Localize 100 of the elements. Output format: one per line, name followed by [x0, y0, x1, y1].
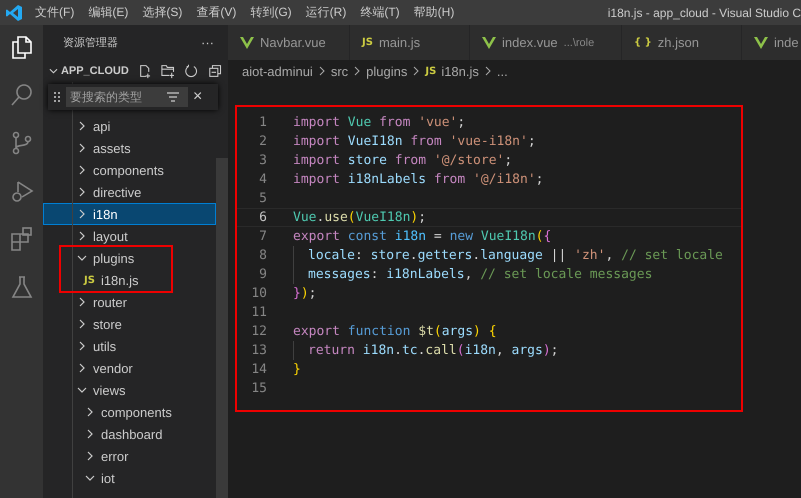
chevron-right-icon [77, 209, 87, 219]
file-type-icon: JS [84, 274, 95, 286]
search-icon[interactable] [8, 82, 34, 108]
chevron-right-icon [77, 363, 87, 373]
chevron-right-icon [85, 407, 95, 417]
code-line: import store from '@/store'; [293, 153, 512, 168]
close-button[interactable]: × [193, 88, 202, 106]
menu-item[interactable]: 终端(T) [360, 4, 400, 21]
menu-item[interactable]: 编辑(E) [88, 4, 128, 21]
menu-item[interactable]: 运行(R) [306, 4, 346, 21]
vue-file-icon [482, 36, 496, 48]
explorer-title: 资源管理器 [63, 36, 118, 50]
tree-item[interactable]: router [43, 291, 216, 313]
editor-tab[interactable]: Navbar.vue [228, 25, 350, 60]
line-number: 10 [250, 286, 267, 301]
chevron-right-icon [353, 66, 362, 76]
chevron-right-icon [77, 143, 87, 153]
menu-item[interactable]: 帮助(H) [414, 4, 454, 21]
code-line: locale: store.getters.language || 'zh', // set locale [308, 248, 723, 263]
tree-item[interactable]: directive [43, 181, 216, 203]
menu-item[interactable]: 选择(S) [142, 4, 182, 21]
tree-item[interactable]: error [43, 445, 216, 467]
line-number: 12 [250, 324, 267, 339]
collapse-all-icon[interactable] [208, 63, 222, 79]
code-line: Vue.use(VueI18n); [293, 210, 426, 225]
code-line: export function $t(args) { [293, 324, 497, 339]
tree-item[interactable]: layout [43, 225, 216, 247]
tab-path: ...\role [564, 36, 594, 48]
refresh-icon[interactable] [184, 63, 199, 79]
line-number: 7 [258, 229, 267, 244]
breadcrumb-item[interactable]: ... [496, 64, 508, 78]
chevron-right-icon [318, 66, 326, 76]
tree-item[interactable]: iot [43, 467, 216, 489]
tree-item[interactable]: dashboard [43, 423, 216, 445]
tree-item[interactable]: plugins [61, 247, 171, 269]
scrollbar-thumb[interactable] [216, 158, 228, 498]
line-number: 4 [258, 172, 267, 187]
editor-tab[interactable]: JS main.js [350, 25, 470, 60]
editor-tab[interactable]: index.vue ...\role [470, 25, 622, 60]
code-line: import Vue from 'vue'; [293, 115, 466, 130]
menu-item[interactable]: 查看(V) [196, 4, 236, 21]
folder-name[interactable]: APP_CLOUD [60, 65, 129, 77]
find-input[interactable]: 要搜索的类型 [66, 87, 188, 107]
chevron-right-icon [77, 121, 87, 131]
chevron-right-icon [77, 341, 87, 351]
code-line: messages: i18nLabels, // set locale messages [308, 267, 652, 282]
menu-item[interactable]: 转到(G) [250, 4, 292, 21]
code-line: }); [293, 286, 316, 301]
new-file-icon[interactable] [138, 63, 152, 79]
tree-item[interactable]: api [43, 115, 216, 137]
code-line: export const i18n = new VueI18n({ [293, 229, 552, 244]
tree-item[interactable]: store [43, 313, 216, 335]
chevron-right-icon [85, 451, 95, 461]
tree-item[interactable]: components [43, 159, 216, 181]
breadcrumb-item[interactable]: plugins [366, 64, 408, 78]
tree-item[interactable]: vendor [43, 357, 216, 379]
file-type-icon: JS [362, 37, 373, 48]
code-line: } [293, 362, 301, 377]
vue-file-icon [240, 36, 254, 48]
line-number: 9 [258, 267, 267, 282]
chevron-right-icon [77, 319, 87, 329]
window-title: i18n.js - app_cloud - Visual Studio C [608, 6, 801, 20]
line-number: 6 [258, 210, 267, 225]
chevron-right-icon [484, 66, 492, 76]
code-line: import VueI18n from 'vue-i18n'; [293, 134, 536, 149]
vue-file-icon [754, 36, 768, 48]
chevron-down-icon [77, 253, 87, 263]
code-line: return i18n.tc.call(i18n, args); [308, 343, 558, 358]
file-type-icon: { } [634, 37, 652, 48]
chevron-down-icon [85, 473, 95, 483]
chevron-down-icon[interactable] [49, 66, 58, 76]
drag-handle-icon[interactable] [53, 91, 61, 103]
chevron-right-icon [77, 231, 87, 241]
breadcrumb-item[interactable]: src [330, 64, 348, 78]
editor-tab[interactable]: { } zh.json [622, 25, 742, 60]
tree-item[interactable]: JS i18n.js [61, 269, 171, 291]
vscode-logo-icon [5, 4, 23, 22]
chevron-right-icon [412, 66, 420, 76]
file-type-icon: JS [425, 66, 436, 76]
tree-item[interactable]: utils [43, 335, 216, 357]
chevron-right-icon [85, 429, 95, 439]
tree-item[interactable]: i18n [43, 203, 216, 225]
tree-item[interactable]: views [43, 379, 216, 401]
menu-item[interactable]: 文件(F) [35, 4, 74, 21]
editor-tab[interactable]: inde [742, 25, 801, 60]
new-folder-icon[interactable] [161, 63, 176, 79]
tree-item[interactable]: assets [43, 137, 216, 159]
line-number: 8 [258, 248, 267, 263]
code-line: import i18nLabels from '@/i18n'; [293, 172, 544, 187]
more-actions-button[interactable]: ··· [201, 35, 214, 50]
breadcrumb-item[interactable]: i18n.js [441, 64, 479, 78]
line-number: 14 [250, 362, 267, 377]
line-number: 11 [250, 305, 267, 320]
breadcrumb-item[interactable]: aiot-adminui [242, 64, 313, 78]
filter-icon[interactable] [166, 91, 180, 103]
tree-item[interactable]: components [43, 401, 216, 423]
line-number: 13 [250, 343, 267, 358]
line-number: 5 [258, 191, 267, 206]
extensions-icon[interactable] [8, 226, 34, 252]
flask-icon[interactable] [8, 274, 34, 300]
